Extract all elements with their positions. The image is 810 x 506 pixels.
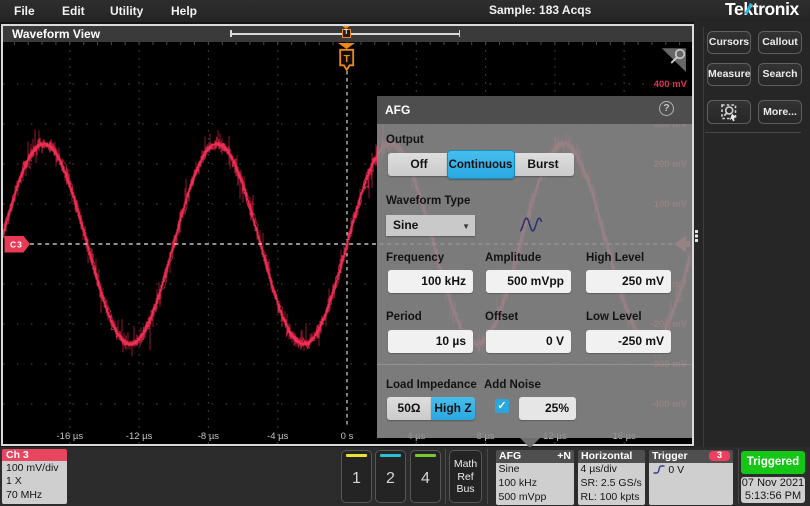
svg-text:-12 µs: -12 µs — [126, 431, 153, 442]
svg-text:C3: C3 — [10, 240, 23, 250]
svg-text:-4 µs: -4 µs — [267, 431, 289, 442]
svg-text:400 mV: 400 mV — [654, 79, 688, 90]
svg-text:T: T — [343, 53, 350, 65]
svg-text:-16 µs: -16 µs — [57, 431, 84, 442]
svg-text:-8 µs: -8 µs — [198, 431, 220, 442]
svg-text:0 s: 0 s — [341, 431, 354, 442]
